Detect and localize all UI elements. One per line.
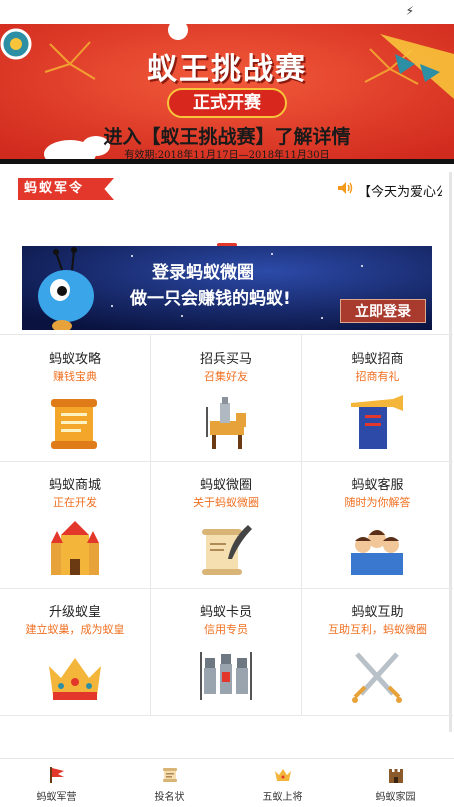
bottom-tab-bar: 蚂蚁军营 投名状 五蚁上将 蚂蚁家园 <box>0 758 454 807</box>
castle-icon <box>51 521 99 575</box>
tab-label: 五蚁上将 <box>262 792 303 803</box>
banner-cta: 进入【蚁王挑战赛】了解详情 <box>103 126 351 148</box>
login-now-button[interactable]: 立即登录 <box>340 299 426 323</box>
grid-item-title: 蚂蚁客服 <box>351 478 404 493</box>
grid-item-mutual-aid[interactable]: 蚂蚁互助 互助互利，蚂蚁微圈 <box>302 588 453 716</box>
scroll-tab-icon <box>163 768 177 782</box>
banner-title: 蚁王挑战赛 <box>147 52 307 87</box>
grid-item-title: 蚂蚁攻略 <box>48 352 101 367</box>
tab-label: 投名状 <box>154 792 185 803</box>
soldiers-icon <box>200 652 252 700</box>
notice-ticker[interactable]: 【今天为爱心公益日】 <box>358 181 442 199</box>
ad-line-1: 登录蚂蚁微圈 <box>152 263 254 283</box>
crown-icon <box>49 658 101 700</box>
grid-item-mall[interactable]: 蚂蚁商城 正在开发 <box>0 461 151 589</box>
tab-label: 蚂蚁家园 <box>375 792 416 803</box>
grid-item-subtitle: 赚钱宝典 <box>53 370 97 383</box>
grid-item-subtitle: 建立蚁巢，成为蚁皇 <box>25 623 125 636</box>
scroll-icon <box>51 399 97 449</box>
tab-five-generals[interactable]: 五蚁上将 <box>226 759 339 807</box>
login-ad-banner[interactable]: 登录蚂蚁微圈 做一只会赚钱的蚂蚁! 立即登录 <box>22 246 432 330</box>
castle-tab-icon <box>389 769 403 783</box>
banner-badge: 正式开赛 <box>167 88 287 118</box>
grid-item-title: 蚂蚁微圈 <box>199 478 252 493</box>
grid-item-subtitle: 正在开发 <box>53 496 97 509</box>
grid-item-subtitle: 招商有礼 <box>355 370 400 383</box>
status-bar: ⚡ <box>0 0 454 24</box>
quill-scroll-icon <box>202 525 252 575</box>
trumpet-banner-icon <box>351 395 403 449</box>
grid-item-upgrade-queen[interactable]: 升级蚁皇 建立蚁巢，成为蚁皇 <box>0 588 151 716</box>
banner-bottom-strip <box>0 159 454 164</box>
tab-ant-home[interactable]: 蚂蚁家园 <box>339 759 452 807</box>
grid-item-subtitle: 召集好友 <box>204 370 248 383</box>
crown-tab-icon <box>275 769 291 781</box>
carousel-indicator[interactable] <box>0 232 454 247</box>
tab-label: 蚂蚁军营 <box>36 792 77 803</box>
charging-bolt-icon: ⚡ <box>405 4 414 18</box>
tab-pledge[interactable]: 投名状 <box>113 759 226 807</box>
ad-line-2: 做一只会赚钱的蚂蚁! <box>130 289 291 309</box>
speaker-icon <box>338 182 353 194</box>
grid-item-ant-guide[interactable]: 蚂蚁攻略 赚钱宝典 <box>0 334 151 462</box>
grid-item-title: 招兵买马 <box>199 352 252 367</box>
tab-ant-camp[interactable]: 蚂蚁军营 <box>0 759 113 807</box>
grid-item-title: 蚂蚁商城 <box>48 478 101 493</box>
knight-horse-icon <box>206 397 246 449</box>
crossed-swords-icon <box>352 652 402 703</box>
feature-grid: 蚂蚁攻略 赚钱宝典 招兵买马 召集好友 蚂蚁招商 招商有礼 蚂蚁商城 正在开发 … <box>0 334 454 718</box>
grid-item-subtitle: 信用专员 <box>204 623 248 636</box>
grid-item-title: 升级蚁皇 <box>48 605 101 620</box>
grid-item-title: 蚂蚁招商 <box>351 352 404 367</box>
event-banner[interactable]: 蚁王挑战赛 正式开赛 进入【蚁王挑战赛】了解详情 有效期:2018年11月17日… <box>0 24 454 164</box>
grid-item-investment[interactable]: 蚂蚁招商 招商有礼 <box>302 334 453 462</box>
grid-item-customer-service[interactable]: 蚂蚁客服 随时为你解答 <box>302 461 453 589</box>
grid-item-subtitle: 关于蚂蚁微圈 <box>193 496 259 509</box>
flag-icon <box>50 767 64 783</box>
notice-tag: 蚂蚁军令 <box>18 178 114 200</box>
grid-item-micro-circle[interactable]: 蚂蚁微圈 关于蚂蚁微圈 <box>151 461 302 589</box>
grid-item-card-agent[interactable]: 蚂蚁卡员 信用专员 <box>151 588 302 716</box>
notice-bar: 蚂蚁军令 【今天为爱心公益日】 <box>0 172 454 204</box>
service-people-icon <box>351 530 403 575</box>
grid-item-title: 蚂蚁卡员 <box>199 605 252 620</box>
grid-item-title: 蚂蚁互助 <box>351 605 404 620</box>
grid-item-subtitle: 随时为你解答 <box>344 496 411 509</box>
grid-item-subtitle: 互助互利，蚂蚁微圈 <box>328 623 427 636</box>
grid-item-recruit[interactable]: 招兵买马 召集好友 <box>151 334 302 462</box>
